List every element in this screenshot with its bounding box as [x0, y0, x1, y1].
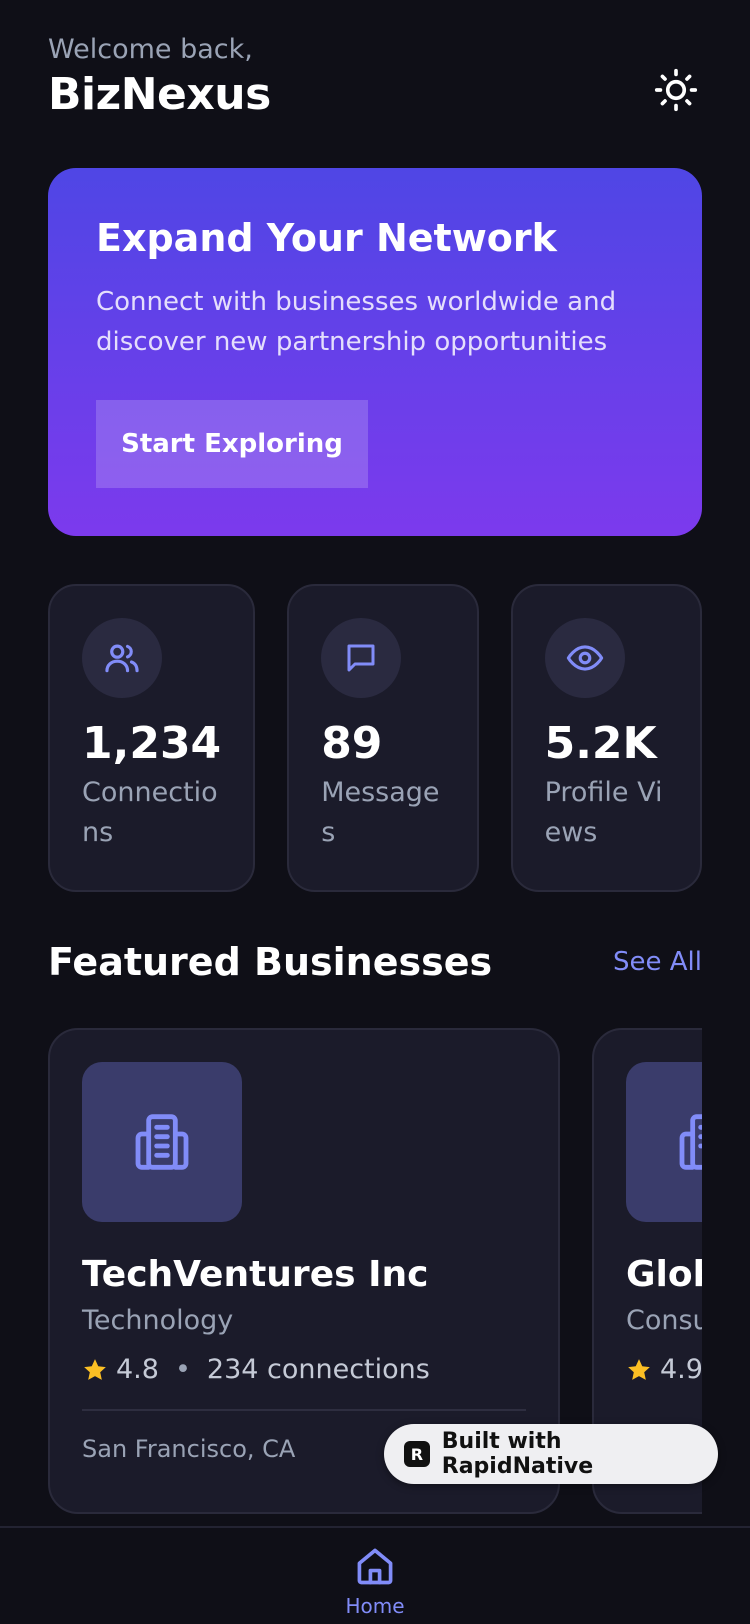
badge-label: Built with RapidNative — [441, 1429, 594, 1479]
stats-row: 1,234 Connections 89 Messages 5.2K Profi… — [48, 584, 702, 892]
stat-card-messages[interactable]: 89 Messages — [287, 584, 479, 892]
star-icon — [628, 1358, 650, 1380]
business-rating: 4.8 — [116, 1354, 159, 1385]
tab-home[interactable]: Home — [335, 1544, 415, 1618]
bottom-tab-bar: Home — [0, 1526, 750, 1624]
business-category: Technology — [82, 1305, 234, 1336]
home-icon — [357, 1548, 393, 1585]
theme-toggle-button[interactable] — [650, 64, 702, 116]
meta-separator: • — [174, 1354, 191, 1385]
hero-banner: Expand Your Network Connect with busines… — [48, 168, 702, 536]
star-icon — [84, 1358, 106, 1380]
stat-value: 1,234 — [82, 718, 222, 769]
hero-title: Expand Your Network — [96, 216, 557, 260]
business-meta: 4.9 — [626, 1354, 702, 1385]
message-icon — [347, 644, 375, 672]
featured-header: Featured Businesses See All — [48, 940, 702, 984]
business-meta: 4.8 • 234 connections — [82, 1354, 526, 1385]
tab-home-label: Home — [345, 1594, 405, 1618]
stat-card-profile-views[interactable]: 5.2K Profile Views — [510, 584, 702, 892]
building-icon — [679, 1114, 702, 1170]
business-rating: 4.9 — [660, 1354, 702, 1385]
stat-label: Connections — [82, 777, 218, 848]
users-icon — [105, 644, 139, 673]
business-logo — [82, 1062, 242, 1222]
stat-label: Profile Views — [544, 777, 663, 848]
see-all-link[interactable]: See All — [613, 947, 702, 977]
rapidnative-logo-icon: R — [404, 1441, 430, 1467]
business-name: Glob — [626, 1254, 702, 1295]
stat-value: 89 — [321, 718, 383, 769]
stat-label: Messages — [321, 777, 440, 848]
business-name: TechVentures Inc — [82, 1254, 429, 1295]
welcome-text: Welcome back, — [48, 34, 253, 65]
sun-icon — [654, 68, 698, 112]
header: Welcome back, BizNexus — [48, 34, 702, 134]
divider — [82, 1409, 526, 1411]
business-connections: 234 connections — [206, 1354, 430, 1385]
hero-subtitle: Connect with businesses worldwide and di… — [96, 287, 617, 357]
eye-icon — [566, 645, 603, 671]
business-category: Consu — [626, 1305, 702, 1336]
stat-value: 5.2K — [544, 718, 657, 769]
brand-title: BizNexus — [48, 69, 271, 120]
start-exploring-button[interactable]: Start Exploring — [96, 400, 368, 488]
business-logo — [626, 1062, 702, 1222]
building-icon — [135, 1114, 189, 1170]
built-with-badge[interactable]: R Built with RapidNative — [384, 1424, 718, 1484]
stat-card-connections[interactable]: 1,234 Connections — [48, 584, 256, 892]
featured-title: Featured Businesses — [48, 940, 493, 984]
